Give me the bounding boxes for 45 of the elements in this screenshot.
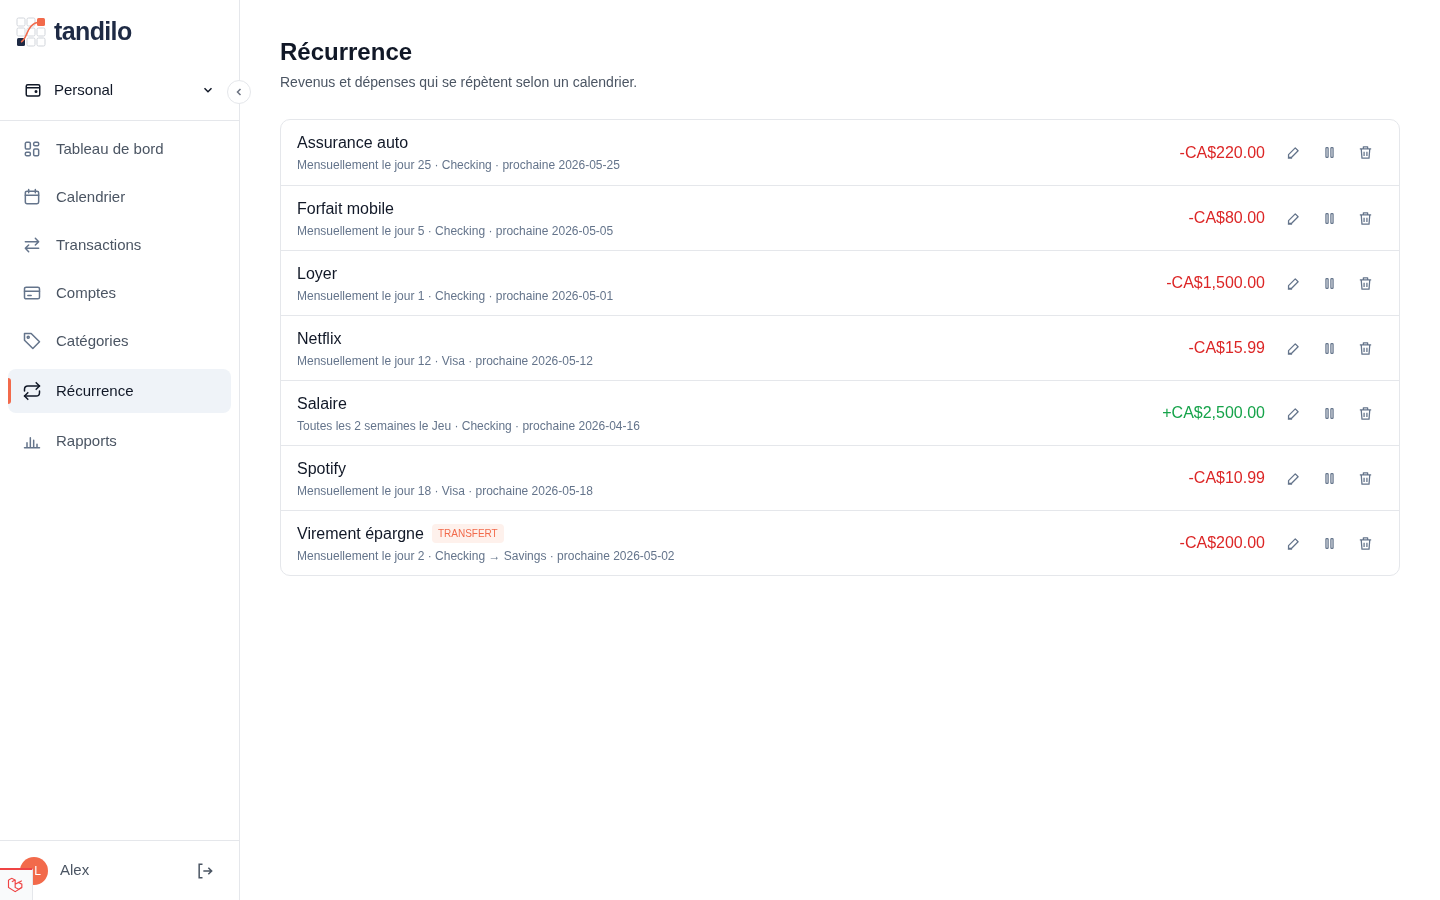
recurrence-name: Loyer <box>297 263 338 284</box>
nav-item[interactable]: Transactions <box>8 225 231 265</box>
amount: -CA$200.00 <box>1179 533 1265 553</box>
amount: -CA$10.99 <box>1188 468 1265 488</box>
workspace-selector[interactable]: Personal <box>16 72 223 108</box>
amount: -CA$80.00 <box>1188 208 1265 228</box>
page-title: Récurrence <box>280 37 414 67</box>
recurrence-details: Mensuellement le jour 12 · Visa · prochaine 2026-05-12 <box>297 352 594 370</box>
user-name: Alex <box>60 860 91 881</box>
active-indicator <box>8 378 11 404</box>
amount: -CA$220.00 <box>1179 142 1265 163</box>
amount: -CA$15.99 <box>1188 338 1265 358</box>
nav-item[interactable]: Comptes <box>8 273 231 313</box>
grid-icon <box>22 139 42 159</box>
recurrence-details: Toutes les 2 semaines le Jeu · Checking · prochaine 2026-04-16 <box>297 417 641 435</box>
recurrence-name: Salaire <box>297 393 347 414</box>
wallet-icon <box>24 81 42 99</box>
recurrence-details: Mensuellement le jour 2 · Checking → Savings · prochaine 2026-05-02 <box>297 547 676 565</box>
amount: -CA$1,500.00 <box>1166 273 1265 293</box>
recurrence-details: Mensuellement le jour 18 · Visa · prochaine 2026-05-18 <box>297 482 594 500</box>
transfer-badge: TRANSFERT <box>431 524 504 543</box>
brand-name: tandilo <box>54 16 132 48</box>
debug-badge[interactable] <box>0 868 33 900</box>
credit-card-icon <box>22 283 42 303</box>
logo-icon <box>16 17 46 47</box>
collapse-sidebar-button[interactable] <box>227 80 251 104</box>
nav-item[interactable]: Rapports <box>8 421 231 461</box>
repeat-icon <box>22 381 42 401</box>
nav-item[interactable]: Calendrier <box>8 177 231 217</box>
recurrence-name: Spotify <box>297 458 346 479</box>
recurrence-name: Virement épargne <box>297 523 424 544</box>
recurrence-details: Mensuellement le jour 1 · Checking · prochaine 2026-05-01 <box>297 287 615 305</box>
nav-item[interactable]: Tableau de bord <box>8 129 231 169</box>
recurrence-name: Netflix <box>297 328 342 349</box>
calendar-icon <box>22 187 42 207</box>
recurrence-name: Assurance auto <box>297 133 409 153</box>
arrows-icon <box>22 235 42 255</box>
recurrence-details: Mensuellement le jour 25 · Checking · prochaine 2026-05-25 <box>297 157 621 174</box>
nav-item[interactable]: Récurrence <box>8 369 231 413</box>
amount: +CA$2,500.00 <box>1162 403 1265 423</box>
nav-item[interactable]: Catégories <box>8 321 231 361</box>
page-subtitle: Revenus et dépenses qui se répètent selon un calendrier. <box>280 73 639 92</box>
recurrence-details: Mensuellement le jour 5 · Checking · prochaine 2026-05-05 <box>297 222 615 240</box>
tag-icon <box>22 331 42 351</box>
recurrence-name: Forfait mobile <box>297 198 394 219</box>
